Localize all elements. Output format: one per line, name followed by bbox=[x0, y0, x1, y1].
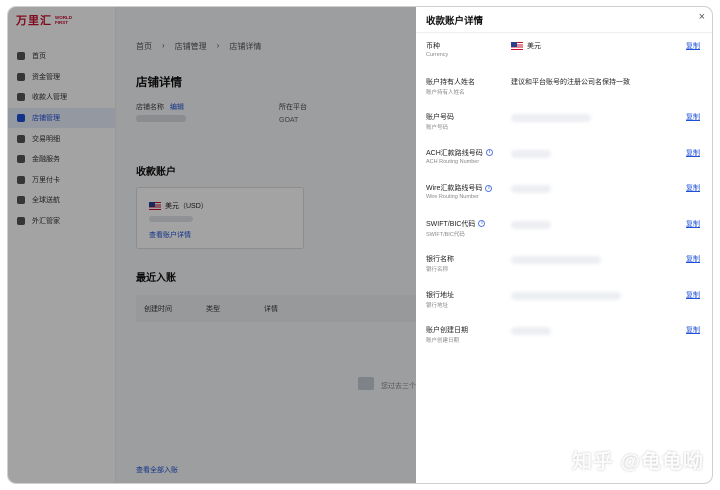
info-icon[interactable]: i bbox=[485, 149, 493, 156]
detail-value-redacted bbox=[511, 149, 551, 158]
detail-label-text: 银行名称 bbox=[426, 256, 454, 263]
detail-label: 银行名称 bbox=[426, 254, 454, 264]
detail-label: SWIFT/BIC代码 i bbox=[426, 219, 486, 229]
account-details-drawer: 收款账户详情 × 币种 Currency 美元 复制 账户持有人姓名 账户持有人姓名 建议和… bbox=[416, 7, 712, 483]
detail-sublabel: 银行地址 bbox=[426, 302, 449, 309]
info-icon[interactable]: i bbox=[478, 220, 486, 227]
detail-sublabel: 银行名称 bbox=[426, 267, 449, 273]
copy-button[interactable]: 复制 bbox=[686, 148, 700, 158]
copy-button[interactable]: 复制 bbox=[686, 254, 700, 264]
us-flag-icon bbox=[511, 42, 523, 50]
detail-sublabel: 账户持有人姓名 bbox=[426, 89, 465, 96]
detail-row: 账户号码 账户号码 复制 bbox=[416, 112, 712, 148]
detail-value: 美元 bbox=[511, 41, 541, 51]
detail-label: 币种 bbox=[426, 41, 440, 51]
detail-row: 币种 Currency 美元 复制 bbox=[416, 41, 712, 77]
copy-button[interactable]: 复制 bbox=[686, 112, 700, 122]
detail-sublabel: Currency bbox=[426, 52, 449, 58]
detail-label-text: SWIFT/BIC代码 bbox=[426, 220, 476, 228]
detail-sublabel: Wire Routing Number bbox=[426, 194, 479, 200]
copy-button[interactable]: 复制 bbox=[686, 325, 700, 335]
detail-value-redacted bbox=[511, 114, 591, 122]
detail-value-redacted bbox=[511, 185, 551, 193]
detail-label-text: 账户号码 bbox=[426, 114, 454, 121]
detail-sublabel: ACH Routing Number bbox=[426, 158, 480, 165]
detail-label: 银行地址 bbox=[426, 290, 454, 300]
detail-label-text: 币种 bbox=[426, 43, 440, 50]
detail-label: Wire汇款路线号码 i bbox=[426, 183, 493, 193]
detail-value-text: 建议和平台账号的注册公司名保持一致 bbox=[511, 78, 630, 86]
copy-button[interactable]: 复制 bbox=[686, 219, 700, 229]
detail-value-redacted bbox=[511, 256, 601, 264]
detail-row: SWIFT/BIC代码 i SWIFT/BIC代码 复制 bbox=[416, 219, 712, 255]
app-window: 万里汇 WORLD FIRST 首页 资金管理 收款人管理 店铺管理 交易明细 金融服务万… bbox=[8, 7, 712, 483]
detail-list: 币种 Currency 美元 复制 账户持有人姓名 账户持有人姓名 建议和平台账号的注册公司… bbox=[416, 41, 712, 361]
detail-sublabel: 账户创建日期 bbox=[426, 338, 460, 344]
detail-row: 银行地址 银行地址 复制 bbox=[416, 290, 712, 326]
detail-row: ACH汇款路线号码 i ACH Routing Number 复制 bbox=[416, 148, 712, 184]
detail-value-redacted bbox=[511, 220, 551, 229]
detail-label-text: ACH汇款路线号码 bbox=[426, 149, 483, 157]
detail-label-text: 账户创建日期 bbox=[426, 327, 468, 334]
detail-label: 账户持有人姓名 bbox=[426, 77, 475, 87]
detail-value: 建议和平台账号的注册公司名保持一致 bbox=[511, 77, 630, 87]
detail-label: ACH汇款路线号码 i bbox=[426, 148, 493, 158]
detail-row: 账户持有人姓名 账户持有人姓名 建议和平台账号的注册公司名保持一致 bbox=[416, 77, 712, 113]
watermark: 知乎 @龟龟呦 bbox=[571, 451, 704, 473]
drawer-title: 收款账户详情 bbox=[426, 16, 484, 27]
detail-row: Wire汇款路线号码 i Wire Routing Number 复制 bbox=[416, 183, 712, 219]
copy-button[interactable]: 复制 bbox=[686, 290, 700, 300]
detail-row: 账户创建日期 账户创建日期 复制 bbox=[416, 325, 712, 361]
detail-label: 账户号码 bbox=[426, 112, 454, 122]
detail-label: 账户创建日期 bbox=[426, 325, 468, 335]
copy-button[interactable]: 复制 bbox=[686, 41, 700, 51]
detail-row: 银行名称 银行名称 复制 bbox=[416, 254, 712, 290]
detail-sublabel: 账户号码 bbox=[426, 125, 449, 131]
copy-button[interactable]: 复制 bbox=[686, 183, 700, 193]
detail-label-text: Wire汇款路线号码 bbox=[426, 185, 483, 192]
detail-value-redacted bbox=[511, 327, 551, 335]
divider bbox=[416, 32, 712, 33]
detail-value-text: 美元 bbox=[527, 43, 541, 50]
close-icon[interactable]: × bbox=[699, 12, 705, 23]
detail-value-redacted bbox=[511, 291, 621, 300]
info-icon[interactable]: i bbox=[485, 184, 493, 192]
detail-label-text: 银行地址 bbox=[426, 291, 454, 299]
detail-sublabel: SWIFT/BIC代码 bbox=[426, 231, 465, 238]
detail-label-text: 账户持有人姓名 bbox=[426, 78, 475, 86]
